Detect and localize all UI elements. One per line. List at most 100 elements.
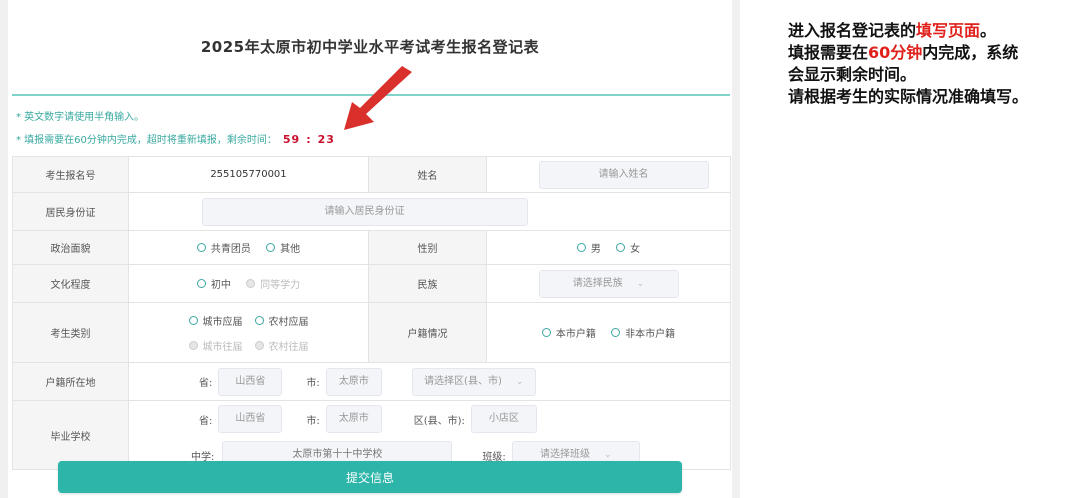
registration-page: 2025年太原市初中学业水平考试考生报名登记表 * 英文数字请使用半角输入。 *… bbox=[8, 0, 732, 498]
instruction-line-2-highlight: 60分钟 bbox=[868, 43, 923, 62]
ethnic-select[interactable]: 请选择民族 bbox=[538, 269, 679, 298]
radio-city-previous-label: 城市往届 bbox=[202, 341, 243, 353]
hukou-loc-line: 省: 山西省 市: 太原市 请选择区(县、市) bbox=[129, 367, 730, 396]
district-select[interactable]: 请选择区(县、市) bbox=[411, 367, 536, 396]
submit-button[interactable]: 提交信息 bbox=[58, 461, 682, 493]
radio-local-hukou[interactable]: 本市户籍 bbox=[541, 325, 596, 340]
radio-city-current[interactable]: 城市应届 bbox=[188, 313, 243, 328]
instruction-line-2-suffix: 内完成，系统 bbox=[922, 43, 1019, 62]
radio-male[interactable]: 男 bbox=[576, 240, 601, 255]
type-cell: 城市应届 农村应届 城市往届 农村往届 bbox=[128, 302, 369, 363]
radio-circle-icon bbox=[616, 243, 626, 252]
instruction-line-3: 会显示剩余时间。 bbox=[788, 65, 917, 84]
radio-rural-current[interactable]: 农村应届 bbox=[254, 313, 309, 328]
gender-cell: 男 女 bbox=[486, 230, 731, 265]
ethnic-select-text: 请选择民族 bbox=[572, 277, 623, 289]
radio-rural-previous[interactable]: 农村往届 bbox=[254, 338, 309, 353]
ethnic-cell: 请选择民族 bbox=[486, 264, 731, 303]
timer-seconds: 23 bbox=[317, 133, 335, 146]
hukou-loc-label: 户籍所在地 bbox=[12, 362, 129, 401]
radio-circle-icon bbox=[188, 315, 198, 325]
row-id: 居民身份证 请输入居民身份证 bbox=[12, 192, 731, 231]
radio-junior-high[interactable]: 初中 bbox=[196, 276, 231, 291]
name-input[interactable]: 请输入姓名 bbox=[538, 160, 709, 189]
school-province-input[interactable]: 山西省 bbox=[218, 405, 283, 433]
row-politics-gender: 政治面貌 共青团员 其他 性别 男 女 bbox=[12, 230, 731, 265]
timer-separator: : bbox=[306, 133, 312, 146]
id-input[interactable]: 请输入居民身份证 bbox=[201, 197, 528, 226]
row-edu-ethnic: 文化程度 初中 同等学力 民族 请选择民族 bbox=[12, 264, 731, 303]
radio-politics-other[interactable]: 其他 bbox=[266, 240, 300, 255]
row-hukou-location: 户籍所在地 省: 山西省 市: 太原市 请选择区(县、市) bbox=[12, 362, 731, 401]
type-line-1: 城市应届 农村应届 bbox=[129, 313, 368, 328]
school-line-1: 省: 山西省 市: 太原市 区(县、市): 小店区 bbox=[129, 405, 730, 433]
radio-local-hukou-label: 本市户籍 bbox=[555, 329, 596, 340]
ethnic-label: 民族 bbox=[368, 264, 487, 303]
radio-league-member[interactable]: 共青团员 bbox=[196, 240, 251, 255]
instruction-panel: 进入报名登记表的填写页面。 填报需要在60分钟内完成，系统 会显示剩余时间。 请… bbox=[788, 20, 1078, 108]
radio-circle-icon bbox=[196, 279, 206, 288]
registration-form-table: 考生报名号 255105770001 姓名 请输入姓名 居民身份证 请输入居民身… bbox=[12, 156, 731, 470]
id-label: 居民身份证 bbox=[12, 192, 129, 231]
note-time-limit-text: * 填报需要在60分钟内完成，超时将重新填报，剩余时间： bbox=[16, 135, 277, 146]
radio-circle-icon bbox=[246, 279, 256, 288]
radio-circle-icon bbox=[254, 340, 264, 350]
edu-label: 文化程度 bbox=[12, 264, 129, 303]
radio-city-previous[interactable]: 城市往届 bbox=[188, 338, 243, 353]
reg-no-value: 255105770001 bbox=[128, 156, 369, 193]
radio-equivalent-label: 同等学力 bbox=[260, 280, 301, 291]
city-input[interactable]: 太原市 bbox=[325, 367, 382, 396]
instruction-line-1: 进入报名登记表的填写页面。 bbox=[788, 20, 1078, 42]
school-cell: 省: 山西省 市: 太原市 区(县、市): 小店区 中学: 太原市第十十中学校 … bbox=[128, 400, 731, 470]
screenshot-panel: 2025年太原市初中学业水平考试考生报名登记表 * 英文数字请使用半角输入。 *… bbox=[0, 0, 740, 498]
note-halfwidth: * 英文数字请使用半角输入。 bbox=[16, 112, 145, 123]
radio-nonlocal-hukou[interactable]: 非本市户籍 bbox=[611, 325, 675, 340]
radio-rural-current-label: 农村应届 bbox=[268, 316, 309, 328]
radio-female-label: 女 bbox=[630, 244, 641, 255]
note-time-limit: * 填报需要在60分钟内完成，超时将重新填报，剩余时间： 59:23 bbox=[16, 131, 335, 146]
school-district-label: 区(县、市): bbox=[413, 415, 465, 427]
instruction-line-4: 请根据考生的实际情况准确填写。 bbox=[788, 87, 1029, 106]
province-label: 省: bbox=[199, 378, 213, 389]
radio-circle-icon bbox=[576, 243, 586, 252]
title-divider bbox=[12, 94, 730, 96]
radio-equivalent[interactable]: 同等学力 bbox=[246, 276, 300, 291]
radio-female[interactable]: 女 bbox=[616, 240, 640, 255]
school-label: 毕业学校 bbox=[12, 400, 129, 470]
province-input[interactable]: 山西省 bbox=[218, 367, 283, 396]
school-city-label: 市: bbox=[306, 415, 320, 427]
id-cell: 请输入居民身份证 bbox=[128, 192, 731, 231]
form-title: 2025年太原市初中学业水平考试考生报名登记表 bbox=[200, 38, 540, 56]
radio-city-current-label: 城市应届 bbox=[202, 316, 243, 328]
school-district-input[interactable]: 小店区 bbox=[470, 405, 537, 433]
edu-cell: 初中 同等学力 bbox=[128, 264, 369, 303]
instruction-line-1-prefix: 进入报名登记表的 bbox=[788, 21, 917, 40]
radio-circle-icon bbox=[266, 243, 276, 252]
radio-circle-icon bbox=[254, 315, 264, 325]
countdown-timer: 59:23 bbox=[283, 133, 335, 146]
radio-nonlocal-hukou-label: 非本市户籍 bbox=[625, 329, 676, 340]
reg-no-label: 考生报名号 bbox=[12, 156, 129, 193]
timer-minutes: 59 bbox=[282, 133, 301, 146]
city-label: 市: bbox=[306, 378, 320, 389]
radio-league-member-label: 共青团员 bbox=[210, 244, 251, 255]
school-city-input[interactable]: 太原市 bbox=[325, 405, 382, 433]
instruction-line-2: 填报需要在60分钟内完成，系统 bbox=[788, 42, 1078, 64]
politics-cell: 共青团员 其他 bbox=[128, 230, 369, 265]
radio-rural-previous-label: 农村往届 bbox=[268, 341, 309, 353]
name-cell: 请输入姓名 bbox=[486, 156, 731, 193]
radio-junior-high-label: 初中 bbox=[210, 280, 231, 291]
type-line-2: 城市往届 农村往届 bbox=[129, 338, 368, 353]
school-province-label: 省: bbox=[199, 415, 213, 427]
radio-circle-icon bbox=[188, 340, 198, 350]
radio-circle-icon bbox=[196, 243, 206, 252]
radio-male-label: 男 bbox=[590, 244, 601, 255]
district-select-text: 请选择区(县、市) bbox=[424, 375, 502, 387]
gender-label: 性别 bbox=[368, 230, 487, 265]
class-select-text: 请选择班级 bbox=[539, 449, 590, 460]
instruction-line-1-suffix: 。 bbox=[980, 21, 997, 40]
radio-circle-icon bbox=[611, 328, 621, 337]
row-school: 毕业学校 省: 山西省 市: 太原市 区(县、市): 小店区 中学: 太原市第十… bbox=[12, 400, 731, 470]
radio-circle-icon bbox=[541, 328, 551, 337]
instruction-line-1-highlight: 填写页面 bbox=[916, 21, 981, 40]
